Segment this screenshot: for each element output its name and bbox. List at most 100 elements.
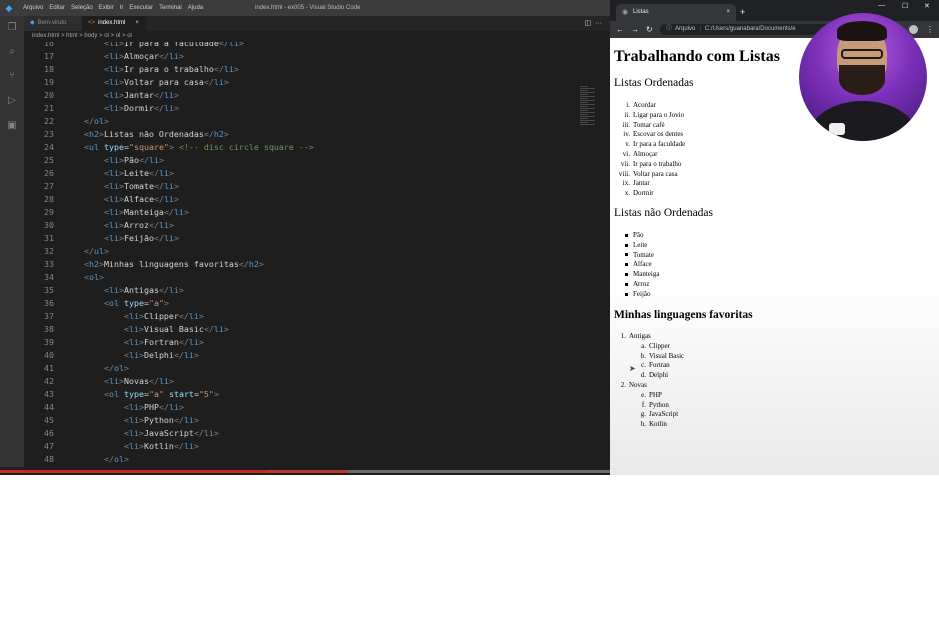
code-line[interactable]: 32 </ul> — [24, 245, 109, 258]
code-line[interactable]: 17 <li>Almoçar</li> — [24, 50, 184, 63]
minimap-line — [580, 86, 588, 87]
menu-item[interactable]: Ajuda — [185, 0, 206, 16]
code-line[interactable]: 43 <ol type="a" start="5"> — [24, 388, 219, 401]
menu-item[interactable]: Exibir — [96, 0, 117, 16]
vscode-tab-icon: ◆ — [30, 20, 35, 26]
code-line[interactable]: 23 <h2>Listas não Ordenadas</h2> — [24, 128, 229, 141]
back-icon[interactable]: ← — [616, 21, 624, 38]
code-line[interactable]: 24 <ul type="square"> <!-- disc circle s… — [24, 141, 314, 154]
explorer-icon[interactable]: ❐ — [6, 22, 18, 34]
list-item-text: Visual Basic — [649, 351, 685, 360]
extensions-icon[interactable]: ▣ — [6, 120, 18, 132]
maximize-icon[interactable]: ☐ — [902, 2, 908, 10]
code-token: > — [183, 207, 189, 217]
code-line[interactable]: 36 <ol type="a"> — [24, 297, 169, 310]
code-token: > — [103, 116, 109, 126]
code-token: </ — [103, 454, 114, 464]
code-text: <li>Pão</li> — [64, 155, 164, 165]
code-editor[interactable]: 16 <li>Ir para a faculdade</li> 17 <li>Al… — [24, 42, 610, 467]
code-token: > — [173, 233, 179, 243]
code-line[interactable]: 47 <li>Kotlin</li> — [24, 440, 199, 453]
minimap-line — [580, 118, 588, 119]
code-line[interactable]: 48 </ol> — [24, 453, 129, 466]
code-token: JavaScript — [143, 428, 194, 438]
run-debug-icon[interactable]: ▷ — [6, 95, 18, 107]
code-line[interactable]: 34 <ol> — [24, 271, 104, 284]
code-line[interactable]: 30 <li>Arroz</li> — [24, 219, 174, 232]
forward-icon[interactable]: → — [631, 21, 639, 38]
code-line[interactable]: 46 <li>JavaScript</li> — [24, 427, 219, 440]
tab-index-html[interactable]: <> index.html × — [82, 16, 146, 31]
code-token: </ — [173, 415, 184, 425]
code-token: > — [213, 428, 219, 438]
menu-item[interactable]: Terminal — [156, 0, 185, 16]
list-item: f. Python — [638, 401, 669, 411]
code-line[interactable]: 33 <h2>Minhas linguagens favoritas</h2> — [24, 258, 264, 271]
menu-item[interactable]: Ir — [117, 0, 127, 16]
window-title: index.html - ex005 - Visual Studio Code — [255, 5, 361, 11]
code-token: li — [168, 402, 179, 412]
code-token: li — [108, 376, 119, 386]
code-token: li — [108, 194, 119, 204]
browser-tab[interactable]: ◉ Listas × — [616, 4, 736, 21]
code-token: > — [223, 129, 229, 139]
list-item: Leite — [625, 241, 647, 251]
split-editor-icon[interactable]: ◫ ··· — [585, 16, 603, 31]
code-line[interactable]: 28 <li>Alface</li> — [24, 193, 179, 206]
menu-item[interactable]: Executar — [126, 0, 156, 16]
new-tab-button[interactable]: + — [740, 4, 745, 21]
close-tab-icon[interactable]: × — [726, 4, 730, 21]
reload-icon[interactable]: ↻ — [646, 21, 653, 38]
code-token: Jantar — [123, 90, 154, 100]
tab-welcome[interactable]: ◆ Bem-vindo — [24, 16, 86, 31]
code-line[interactable]: 19 <li>Voltar para casa</li> — [24, 76, 229, 89]
minimize-icon[interactable]: — — [878, 2, 885, 9]
code-line[interactable]: 44 <li>PHP</li> — [24, 401, 184, 414]
close-window-icon[interactable]: ✕ — [924, 2, 930, 10]
code-line[interactable]: 41 </ol> — [24, 362, 129, 375]
code-token: h2 — [213, 129, 224, 139]
list-item-text: Manteiga — [633, 270, 660, 279]
code-token: </ — [158, 51, 169, 61]
close-icon[interactable]: × — [135, 20, 139, 26]
vscode-logo-icon: ◆ — [5, 3, 13, 13]
code-line[interactable]: 26 <li>Leite</li> — [24, 167, 174, 180]
code-line[interactable]: 27 <li>Tomate</li> — [24, 180, 179, 193]
code-token: li — [108, 64, 119, 74]
code-line[interactable]: 18 <li>Ir para o trabalho</li> — [24, 63, 239, 76]
menu-item[interactable]: Seleção — [68, 0, 96, 16]
code-line[interactable]: 31 <li>Feijão</li> — [24, 232, 179, 245]
more-menu-icon[interactable]: ⋮ — [926, 21, 934, 38]
search-icon[interactable]: ⌕ — [6, 46, 18, 58]
code-line[interactable]: 22 </ol> — [24, 115, 109, 128]
code-token: Fortran — [143, 337, 179, 347]
code-token: > — [193, 350, 199, 360]
menu-item[interactable]: Arquivo — [20, 0, 46, 16]
minimap-line — [580, 114, 588, 115]
code-token: li — [203, 428, 214, 438]
code-line[interactable]: 35 <li>Antigas</li> — [24, 284, 184, 297]
code-token: li — [128, 428, 139, 438]
list-marker: c. — [641, 361, 646, 370]
code-token: li — [128, 415, 139, 425]
code-line[interactable]: 20 <li>Jantar</li> — [24, 89, 179, 102]
source-control-icon[interactable]: ⑂ — [6, 70, 18, 82]
menu-item[interactable]: Editar — [46, 0, 68, 16]
code-line[interactable]: 45 <li>Python</li> — [24, 414, 199, 427]
code-line[interactable]: 40 <li>Delphi</li> — [24, 349, 199, 362]
code-line[interactable]: 21 <li>Dormir</li> — [24, 102, 179, 115]
code-token: li — [228, 42, 239, 48]
list-marker: g. — [640, 410, 646, 419]
list-item-text: Python — [649, 400, 669, 409]
code-line[interactable]: 42 <li>Novas</li> — [24, 375, 174, 388]
profile-icon[interactable] — [909, 25, 918, 34]
code-line[interactable]: 39 <li>Fortran</li> — [24, 336, 204, 349]
code-line[interactable]: 38 <li>Visual Basic</li> — [24, 323, 229, 336]
code-line[interactable]: 29 <li>Manteiga</li> — [24, 206, 189, 219]
code-line[interactable]: 16 <li>Ir para a faculdade</li> — [24, 42, 244, 50]
code-line[interactable]: 37 <li>Clipper</li> — [24, 310, 204, 323]
code-token: Python — [143, 415, 174, 425]
code-line[interactable]: 25 <li>Pão</li> — [24, 154, 164, 167]
list-marker: x. — [624, 189, 630, 198]
minimap[interactable] — [580, 86, 602, 126]
